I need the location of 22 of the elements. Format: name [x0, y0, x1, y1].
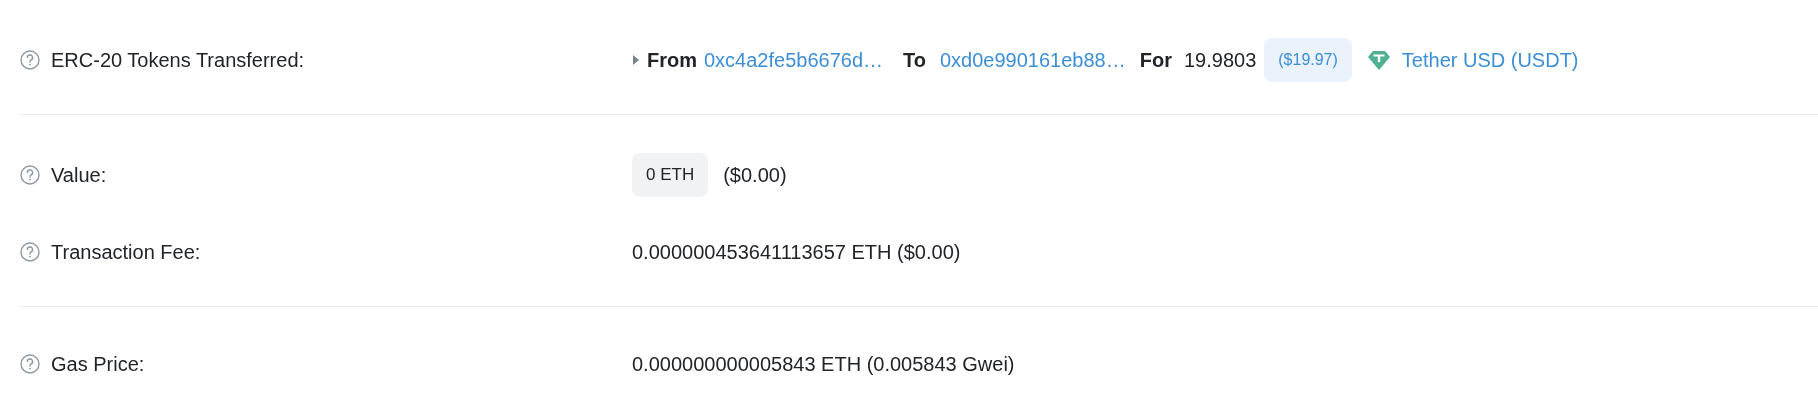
- amount-badge: 0 ETH: [632, 153, 709, 197]
- value-text: 0.000000453641113657 ETH ($0.00): [632, 240, 961, 264]
- field-label: ERC-20 Tokens Transferred:: [51, 48, 305, 72]
- token-link[interactable]: Tether USD (USDT): [1401, 48, 1579, 72]
- caret-icon[interactable]: [632, 55, 640, 65]
- field-label: Value:: [51, 163, 107, 187]
- to-label: To: [903, 48, 926, 72]
- from-label: From: [647, 48, 697, 72]
- value-text: 0.000000000005843 ETH (0.005843 Gwei): [632, 352, 1015, 376]
- help-icon[interactable]: [20, 165, 40, 185]
- token-amount: 19.9803: [1183, 48, 1257, 72]
- help-icon[interactable]: [20, 50, 40, 70]
- for-label: For: [1139, 48, 1172, 72]
- value-text: ($0.00): [723, 163, 787, 187]
- price-badge: ($19.97): [1264, 38, 1352, 82]
- help-icon[interactable]: [20, 242, 40, 262]
- field-label: Transaction Fee:: [51, 240, 201, 264]
- address-link[interactable]: 0xc4a2fe5b6676d…: [704, 48, 884, 72]
- field-label: Gas Price:: [51, 352, 145, 376]
- token-icon: [1367, 50, 1390, 70]
- address-link[interactable]: 0xd0e990161eb88…: [940, 48, 1126, 72]
- help-icon[interactable]: [20, 354, 40, 374]
